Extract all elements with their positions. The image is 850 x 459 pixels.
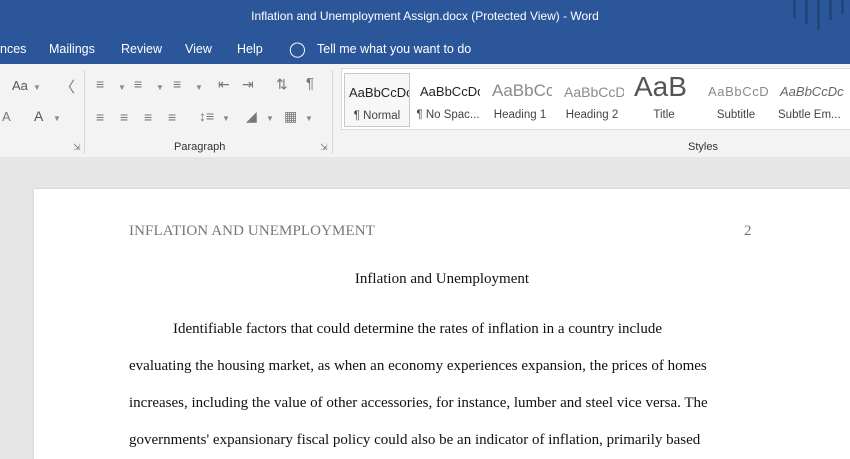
style-heading-2[interactable]: AaBbCcD Heading 2 <box>560 73 624 125</box>
style-heading-1[interactable]: AaBbCc Heading 1 <box>488 73 552 125</box>
tell-me-search[interactable]: Tell me what you want to do <box>317 42 471 56</box>
borders-icon[interactable]: ▦ <box>284 108 297 125</box>
tab-help[interactable]: Help <box>237 42 263 56</box>
style-preview: AaB <box>634 73 687 102</box>
style-normal[interactable]: AaBbCcDc ¶ Normal <box>344 73 410 127</box>
styles-gallery: AaBbCcDc ¶ Normal AaBbCcDc ¶ No Spac... … <box>341 68 850 130</box>
multilevel-list-icon[interactable]: ≡ <box>173 76 181 92</box>
tab-references[interactable]: nces <box>0 42 26 56</box>
clear-formatting-icon[interactable]: 〈 <box>60 76 75 97</box>
align-left-icon[interactable]: ≡ <box>96 109 104 125</box>
chevron-down-icon: ▼ <box>156 83 164 92</box>
title-decoration <box>793 0 796 18</box>
body-line: evaluating the housing market, as when a… <box>129 358 707 374</box>
style-preview: AaBbCcDc <box>780 84 844 99</box>
text-effects-icon[interactable]: A <box>2 109 11 124</box>
style-label: ¶ No Spac... <box>416 109 480 121</box>
chevron-down-icon: ▼ <box>53 114 61 123</box>
group-divider <box>84 70 85 154</box>
tab-review[interactable]: Review <box>121 42 162 56</box>
lightbulb-icon: ◯ <box>289 41 306 58</box>
style-label: Subtle Em... <box>778 109 841 121</box>
font-color-button[interactable]: A <box>34 108 43 124</box>
tab-mailings[interactable]: Mailings <box>49 42 95 56</box>
document-title: Inflation and Unemployment <box>354 271 530 287</box>
title-decoration <box>841 0 844 14</box>
chevron-down-icon: ▼ <box>266 114 274 123</box>
increase-indent-icon[interactable]: ⇥ <box>242 76 254 93</box>
group-divider <box>332 70 333 154</box>
title-bar: Inflation and Unemployment Assign.docx (… <box>0 0 850 34</box>
ribbon-tabs: nces Mailings Review View Help ◯ Tell me… <box>0 34 850 64</box>
style-subtitle[interactable]: AaBbCcD Subtitle <box>704 73 768 125</box>
style-preview: AaBbCcD <box>708 84 768 99</box>
sort-icon[interactable]: ⇅ <box>276 76 288 93</box>
title-decoration <box>817 0 820 30</box>
show-formatting-marks-icon[interactable]: ¶ <box>306 75 314 92</box>
justify-icon[interactable]: ≡ <box>168 109 176 125</box>
tab-view[interactable]: View <box>185 42 212 56</box>
body-line: Identifiable factors that could determin… <box>173 321 662 337</box>
style-title[interactable]: AaB Title <box>632 73 696 125</box>
style-label: Heading 2 <box>565 109 619 121</box>
chevron-down-icon: ▼ <box>195 83 203 92</box>
title-decoration <box>829 0 832 20</box>
align-center-icon[interactable]: ≡ <box>120 109 128 125</box>
paragraph-group-label: Paragraph <box>174 141 226 153</box>
window-title: Inflation and Unemployment Assign.docx (… <box>251 9 599 23</box>
style-label: ¶ Normal <box>353 110 401 122</box>
shading-icon[interactable]: ◢ <box>246 108 257 125</box>
bullets-icon[interactable]: ≡ <box>96 76 104 92</box>
chevron-down-icon: ▼ <box>33 83 41 92</box>
document-page[interactable]: INFLATION AND UNEMPLOYMENT 2 Inflation a… <box>34 189 850 459</box>
title-decoration <box>805 0 808 24</box>
body-line: governments' expansionary fiscal policy … <box>129 432 701 448</box>
chevron-down-icon: ▼ <box>222 114 230 123</box>
style-label: Title <box>653 109 675 121</box>
body-line: increases, including the value of other … <box>129 395 708 411</box>
style-label: Heading 1 <box>493 109 547 121</box>
numbering-icon[interactable]: ≡ <box>134 76 142 92</box>
style-preview: AaBbCc <box>492 81 552 100</box>
paragraph-dialog-launcher-icon[interactable]: ⇲ <box>320 142 328 153</box>
style-preview: AaBbCcD <box>564 84 624 100</box>
style-preview: AaBbCcDc <box>349 85 410 100</box>
decrease-indent-icon[interactable]: ⇤ <box>218 76 230 93</box>
page-number: 2 <box>744 223 752 239</box>
chevron-down-icon: ▼ <box>305 114 313 123</box>
style-label: Subtitle <box>716 109 756 121</box>
styles-group-label: Styles <box>688 141 718 153</box>
style-subtle-emphasis[interactable]: AaBbCcDc Subtle Em... <box>776 73 850 125</box>
font-dialog-launcher-icon[interactable]: ⇲ <box>73 142 81 153</box>
chevron-down-icon: ▼ <box>118 83 126 92</box>
line-spacing-icon[interactable]: ↕≡ <box>199 108 214 124</box>
style-no-spacing[interactable]: AaBbCcDc ¶ No Spac... <box>416 73 480 125</box>
running-header: INFLATION AND UNEMPLOYMENT <box>129 223 375 239</box>
change-case-button[interactable]: Aa <box>12 78 28 93</box>
style-preview: AaBbCcDc <box>420 84 480 99</box>
align-right-icon[interactable]: ≡ <box>144 109 152 125</box>
